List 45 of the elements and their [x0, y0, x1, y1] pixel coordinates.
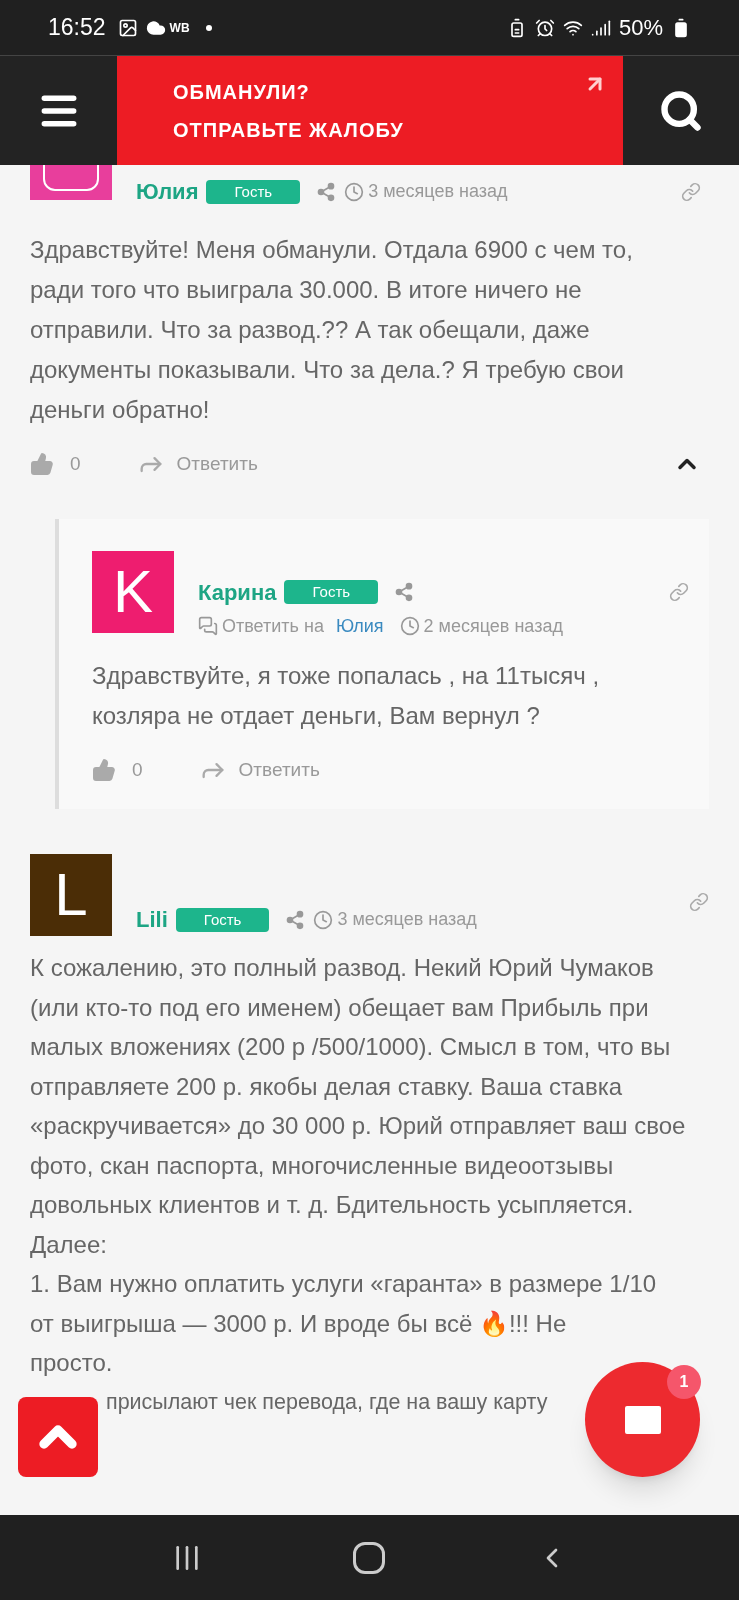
- scroll-top-button[interactable]: [18, 1397, 98, 1477]
- comment-time: 2 месяцев назад: [423, 614, 563, 638]
- comment-line: присылают чек перевода, где на вашу карту: [106, 1388, 548, 1416]
- like-count: 0: [132, 757, 143, 782]
- battery-level: 50%: [618, 14, 663, 42]
- reply-to-link[interactable]: Юлия: [335, 612, 384, 640]
- author-name: Юлия: [136, 178, 199, 206]
- comment-line: просто.: [30, 1348, 113, 1378]
- reply-link[interactable]: Ответить: [238, 755, 320, 784]
- avatar-letter: L: [54, 865, 88, 925]
- comment-time: 3 месяцев назад: [337, 908, 477, 931]
- avatar-letter: K: [113, 561, 153, 622]
- comments-icon: [198, 616, 218, 636]
- link-icon[interactable]: [669, 581, 689, 602]
- comment-line: от выигрыша — 3000 р. И вроде бы всё 🔥!!! Не: [30, 1308, 567, 1339]
- share-icon[interactable]: [394, 582, 415, 602]
- guest-tag: Гость: [175, 907, 270, 932]
- reply-link[interactable]: Ответить: [176, 450, 258, 479]
- author-name: Lili: [136, 906, 168, 934]
- comment-line: 1. Вам нужно оплатить услуги «гаранта» в размере 1/10: [30, 1269, 657, 1299]
- alarm-icon: [534, 17, 555, 38]
- notification-count: 1: [667, 1365, 701, 1399]
- comment-text: Здравствуйте, я тоже попалась , на 11тысяч , козляра не отдает деньги, Вам вернул ?: [92, 660, 601, 731]
- comment-text: Здравствуйте! Меня обманули. Отдала 6900 с чем то, ради того что выиграла 30.000. В итоге ничего не отправили. Что за развод.?? А так обещали, даже документы показывали. Что за дела.? Я требую свои деньги обратно!: [30, 235, 634, 425]
- image-icon: [117, 17, 138, 38]
- like-count: 0: [70, 452, 81, 476]
- comment-text: К сожалению, это полный развод. Некий Юрий Чумаков (или кто-то под его именем) обещает вам Прибыль при малых вложениях (200 р /500/1000). Смысл в том, что вы отправляете 200 р. якобы делая ставку. Ваша ставка «раскручивается» до 30 000 р. Юрий отправляет ваш свое фото, скан паспорта, многочисленные видеоотзывы довольных клиентов и т. д. Бдительность усыпляется.: [30, 953, 687, 1220]
- guest-tag: Гость: [284, 580, 379, 604]
- status-time: 16:52: [48, 13, 106, 43]
- author-name: Карина: [198, 578, 277, 607]
- clock-icon: [344, 181, 365, 202]
- clock-icon: [399, 616, 420, 636]
- like-icon[interactable]: [92, 757, 116, 782]
- complaint-banner[interactable]: ОБМАНУЛИ? ОТПРАВЬТЕ ЖАЛОБУ: [117, 56, 623, 165]
- guest-tag: Гость: [206, 179, 301, 204]
- carrier-label: WB: [169, 19, 190, 37]
- clock-icon: [313, 909, 334, 930]
- comment-line: Далее:: [30, 1229, 107, 1260]
- comment-time: 3 месяцев назад: [368, 180, 508, 203]
- home-button[interactable]: [353, 1541, 386, 1574]
- home-icon: [353, 1541, 386, 1574]
- share-icon[interactable]: [316, 181, 337, 202]
- reply-to-label: Ответить на: [222, 614, 324, 638]
- share-icon[interactable]: [285, 909, 306, 930]
- search-icon: [659, 88, 703, 133]
